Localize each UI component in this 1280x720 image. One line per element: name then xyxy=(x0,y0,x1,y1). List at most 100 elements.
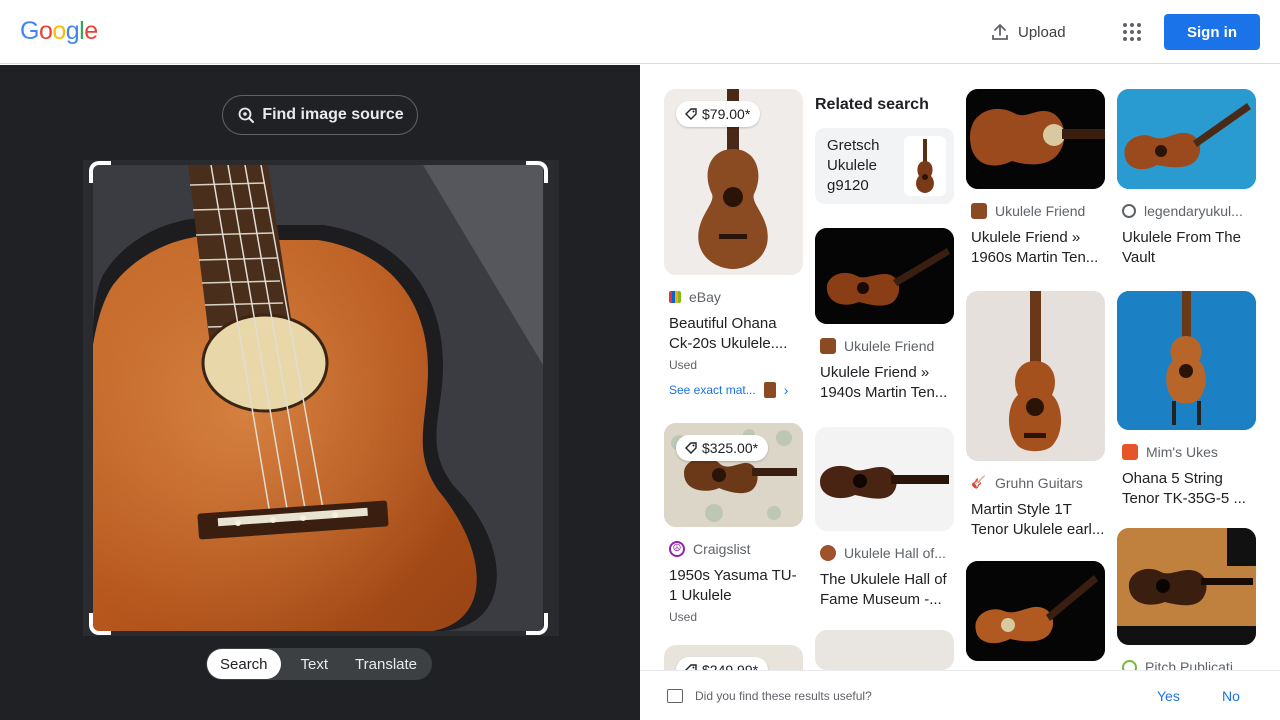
result-thumbnail[interactable] xyxy=(966,561,1105,661)
ukulele-thumbnail xyxy=(815,228,954,324)
result-title[interactable]: Ukulele Friend » 1960s Martin Ten... xyxy=(971,228,1105,268)
craigslist-peace-icon: ☮ xyxy=(669,541,685,557)
result-source: Ukulele Hall of... xyxy=(820,545,954,561)
result-thumbnail[interactable] xyxy=(1117,528,1256,645)
apps-grid-icon[interactable] xyxy=(1120,20,1144,44)
result-card[interactable]: Ukulele Friend Ukulele Friend » 1940s Ma… xyxy=(815,228,954,403)
ukulele-photo xyxy=(93,165,543,631)
feedback-icon xyxy=(667,688,683,703)
result-thumbnail[interactable]: $325.00* xyxy=(664,423,803,527)
result-thumbnail[interactable]: $249.99* xyxy=(664,645,803,670)
result-source: Mim's Ukes xyxy=(1122,444,1256,460)
result-source: eBay xyxy=(669,289,803,305)
crop-handle-top-right[interactable] xyxy=(526,161,548,183)
result-card[interactable] xyxy=(966,561,1105,661)
related-search-chip[interactable]: Gretsch Ukulele g9120 xyxy=(815,128,954,204)
tab-text[interactable]: Text xyxy=(281,649,344,679)
result-card[interactable]: Mim's Ukes Ohana 5 String Tenor TK-35G-5… xyxy=(1117,291,1256,509)
price-badge: $325.00* xyxy=(676,435,769,461)
result-card[interactable]: $249.99* xyxy=(664,645,803,670)
price-badge: $249.99* xyxy=(676,657,769,670)
query-image xyxy=(93,165,543,631)
result-title[interactable]: Beautiful Ohana Ck-20s Ukulele.... xyxy=(669,314,803,354)
result-title[interactable]: 1950s Yasuma TU-1 Ukulele xyxy=(669,566,803,606)
result-title[interactable]: Ukulele Friend » 1940s Martin Ten... xyxy=(820,363,954,403)
find-image-source-button[interactable]: Find image source xyxy=(222,95,418,135)
logo-letter: o xyxy=(38,17,53,45)
tab-search[interactable]: Search xyxy=(207,649,281,679)
see-exact-matches-link[interactable]: See exact mat... › xyxy=(669,382,803,398)
see-exact-matches-label: See exact mat... xyxy=(669,383,756,397)
tab-translate[interactable]: Translate xyxy=(343,649,430,679)
ukulele-thumbnail xyxy=(966,561,1105,661)
price-badge: $79.00* xyxy=(676,101,761,127)
price-tag-icon xyxy=(685,108,697,120)
ukulele-thumbnail xyxy=(966,291,1105,461)
price-label: $325.00* xyxy=(702,440,759,456)
condition-label: Used xyxy=(669,358,698,372)
result-thumbnail[interactable] xyxy=(966,291,1105,461)
globe-icon xyxy=(1122,204,1136,218)
find-image-source-label: Find image source xyxy=(262,106,404,123)
ukulele-thumbnail xyxy=(1117,89,1256,189)
source-name: legendaryukul... xyxy=(1144,203,1243,219)
result-thumbnail[interactable] xyxy=(966,89,1105,189)
result-card[interactable]: $79.00* eBay Beautiful Ohana Ck-20s Ukul… xyxy=(664,89,803,398)
google-logo[interactable]: Google xyxy=(20,17,98,46)
crop-handle-bottom-left[interactable] xyxy=(89,613,111,635)
result-thumbnail[interactable]: $79.00* xyxy=(664,89,803,275)
result-thumbnail[interactable] xyxy=(815,228,954,324)
result-thumbnail[interactable] xyxy=(815,630,954,670)
result-card[interactable]: Ukulele Hall of... The Ukulele Hall of F… xyxy=(815,427,954,610)
ukulele-thumbnail xyxy=(815,427,954,531)
result-source: legendaryukul... xyxy=(1122,203,1256,219)
result-card[interactable]: Pitch Publicati... xyxy=(1117,528,1256,670)
lens-mode-tabs: Search Text Translate xyxy=(206,648,432,680)
visual-matches-pane: $79.00* eBay Beautiful Ohana Ck-20s Ukul… xyxy=(640,65,1280,670)
result-card[interactable]: 🎸 Gruhn Guitars Martin Style 1T Tenor Uk… xyxy=(966,291,1105,540)
result-card[interactable]: $325.00* ☮ Craigslist 1950s Yasuma TU-1 … xyxy=(664,423,803,624)
feedback-no-button[interactable]: No xyxy=(1222,688,1240,704)
related-search-thumbnail xyxy=(904,136,946,196)
source-name: Ukulele Friend xyxy=(995,203,1086,219)
feedback-question: Did you find these results useful? xyxy=(695,688,872,703)
result-source: Ukulele Friend xyxy=(971,203,1105,219)
source-name: eBay xyxy=(689,289,721,305)
exact-match-thumb-icon xyxy=(763,382,776,398)
query-image-crop-area[interactable] xyxy=(83,160,559,636)
result-thumbnail[interactable] xyxy=(1117,89,1256,189)
result-title[interactable]: Ukulele From The Vault xyxy=(1122,228,1256,268)
upload-icon xyxy=(992,24,1008,40)
logo-letter: G xyxy=(20,17,39,45)
ebay-favicon xyxy=(669,291,681,303)
related-search-heading: Related search xyxy=(815,96,929,113)
result-card[interactable]: Ukulele Friend Ukulele Friend » 1960s Ma… xyxy=(966,89,1105,268)
crop-handle-bottom-right[interactable] xyxy=(526,613,548,635)
image-search-icon xyxy=(238,107,255,123)
price-tag-icon xyxy=(685,664,697,670)
price-tag-icon xyxy=(685,442,697,454)
result-card[interactable]: legendaryukul... Ukulele From The Vault xyxy=(1117,89,1256,268)
ukulele-thumbnail xyxy=(1117,528,1256,645)
gruhn-guitars-favicon: 🎸 xyxy=(971,475,986,489)
result-source: 🎸 Gruhn Guitars xyxy=(971,475,1105,491)
feedback-bar: Did you find these results useful? Yes N… xyxy=(640,670,1280,720)
result-title[interactable]: Martin Style 1T Tenor Ukulele earl... xyxy=(971,500,1105,540)
related-search-text: Gretsch Ukulele g9120 xyxy=(827,137,880,194)
result-title[interactable]: The Ukulele Hall of Fame Museum -... xyxy=(820,570,954,610)
source-name: Ukulele Friend xyxy=(844,338,935,354)
result-card[interactable] xyxy=(815,630,954,670)
result-thumbnail[interactable] xyxy=(1117,291,1256,430)
upload-button[interactable]: Upload xyxy=(990,18,1066,46)
result-source: ☮ Craigslist xyxy=(669,541,803,557)
logo-letter: g xyxy=(65,17,80,45)
crop-handle-top-left[interactable] xyxy=(89,161,111,183)
result-thumbnail[interactable] xyxy=(815,427,954,531)
sign-in-button[interactable]: Sign in xyxy=(1164,14,1260,50)
feedback-yes-button[interactable]: Yes xyxy=(1157,688,1180,704)
source-name: Gruhn Guitars xyxy=(995,475,1083,491)
ukulele-thumbnail xyxy=(1117,291,1256,430)
upload-label: Upload xyxy=(1018,23,1066,41)
result-title[interactable]: Ohana 5 String Tenor TK-35G-5 ... xyxy=(1122,469,1256,509)
header-bar: Google Upload Sign in xyxy=(0,0,1280,64)
